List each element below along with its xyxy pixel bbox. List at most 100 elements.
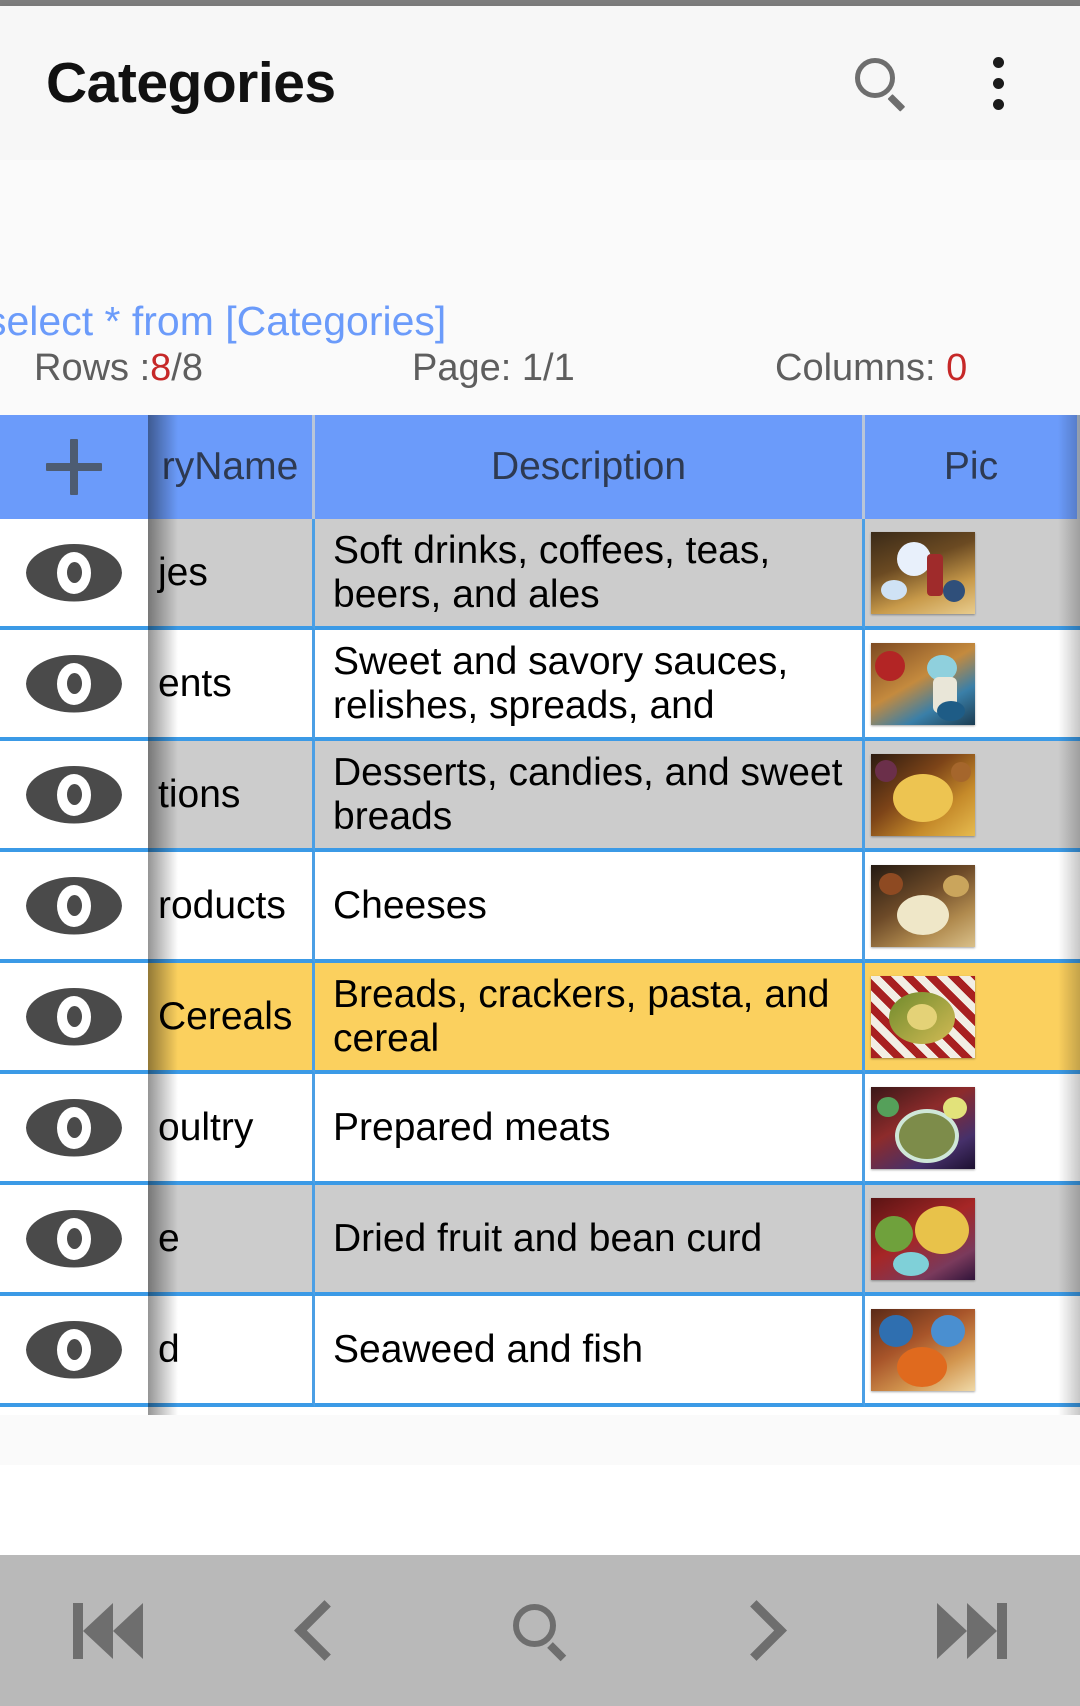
cell-picture[interactable] [865, 1185, 1080, 1296]
grid-bottom-spacer [0, 1415, 1080, 1465]
cell-description-text: Seaweed and fish [333, 1327, 644, 1371]
eye-icon [26, 1320, 122, 1379]
eye-icon [26, 765, 122, 824]
view-row-button[interactable] [0, 963, 148, 1074]
table-row[interactable]: roducts Cheeses [0, 852, 1080, 963]
cell-picture[interactable] [865, 1296, 1080, 1407]
plus-icon [46, 439, 102, 495]
table-row[interactable]: e Dried fruit and bean curd [0, 1185, 1080, 1296]
cell-picture[interactable] [865, 852, 1080, 963]
eye-icon [26, 987, 122, 1046]
cell-picture[interactable] [865, 741, 1080, 852]
page-stat: Page: 1/1 [412, 347, 575, 390]
beverages-thumbnail [871, 531, 975, 614]
columns-label: Columns: [775, 346, 947, 389]
view-row-button[interactable] [0, 519, 148, 630]
cell-description-text: Soft drinks, coffees, teas, beers, and a… [333, 528, 771, 616]
chevron-right-icon [725, 1600, 787, 1661]
cell-name[interactable]: d [148, 1296, 315, 1407]
cell-description[interactable]: Sweet and savory sauces, relishes, sprea… [315, 630, 865, 741]
meat-thumbnail [871, 1086, 975, 1169]
cell-picture[interactable] [865, 630, 1080, 741]
eye-icon [26, 654, 122, 713]
table-row[interactable]: jes Soft drinks, coffees, teas, beers, a… [0, 519, 1080, 630]
cell-name[interactable]: oultry [148, 1074, 315, 1185]
table-row[interactable]: Cereals Breads, crackers, pasta, and cer… [0, 963, 1080, 1074]
rows-stat: Rows :8/8 [34, 347, 203, 390]
rows-value: 8 [150, 346, 172, 389]
view-row-button[interactable] [0, 1185, 148, 1296]
view-row-button[interactable] [0, 741, 148, 852]
condiments-thumbnail [871, 642, 975, 725]
page-value: 1/1 [521, 346, 575, 389]
add-row-button[interactable] [0, 415, 148, 519]
grid-search-button[interactable] [465, 1556, 615, 1706]
first-page-button[interactable] [33, 1556, 183, 1706]
chevron-left-icon [293, 1600, 355, 1661]
cell-description[interactable]: Dried fruit and bean curd [315, 1185, 865, 1296]
seafood-thumbnail [871, 1308, 975, 1391]
rows-total: /8 [171, 346, 203, 389]
overflow-menu-button[interactable] [952, 37, 1044, 129]
column-header-name[interactable]: ryName [148, 415, 315, 519]
app-bar-actions [834, 37, 1044, 129]
bottom-navigation-bar [0, 1555, 1080, 1706]
next-page-button[interactable] [681, 1556, 831, 1706]
cell-description[interactable]: Prepared meats [315, 1074, 865, 1185]
eye-icon [26, 1209, 122, 1268]
cell-name[interactable]: jes [148, 519, 315, 630]
view-row-button[interactable] [0, 1296, 148, 1407]
columns-value: 0 [946, 346, 968, 389]
column-header-picture[interactable]: Pic [865, 415, 1080, 519]
previous-page-button[interactable] [249, 1556, 399, 1706]
query-info-area: select * from [Categories] Rows :8/8 Pag… [0, 160, 1080, 415]
search-button[interactable] [834, 37, 926, 129]
app-bar: Categories [0, 6, 1080, 160]
view-row-button[interactable] [0, 852, 148, 963]
cell-name[interactable]: e [148, 1185, 315, 1296]
cell-name[interactable]: roducts [148, 852, 315, 963]
cell-description-text: Dried fruit and bean curd [333, 1216, 763, 1260]
cell-name[interactable]: ents [148, 630, 315, 741]
cell-description-text: Breads, crackers, pasta, and cereal [333, 972, 830, 1060]
table-row[interactable]: d Seaweed and fish [0, 1296, 1080, 1407]
columns-stat: Columns: 0 [775, 347, 967, 390]
cell-name[interactable]: Cereals [148, 963, 315, 1074]
column-header-description[interactable]: Description [315, 415, 865, 519]
page-title: Categories [46, 51, 336, 115]
more-vertical-icon [992, 52, 1004, 115]
skip-to-last-icon [937, 1602, 1007, 1659]
cell-picture[interactable] [865, 1074, 1080, 1185]
view-row-button[interactable] [0, 1074, 148, 1185]
dairy-thumbnail [871, 864, 975, 947]
eye-icon [26, 1098, 122, 1157]
table-row[interactable]: oultry Prepared meats [0, 1074, 1080, 1185]
skip-to-first-icon [73, 1602, 143, 1659]
eye-icon [26, 543, 122, 602]
cell-description[interactable]: Seaweed and fish [315, 1296, 865, 1407]
cell-picture[interactable] [865, 963, 1080, 1074]
page-label: Page: [412, 346, 522, 389]
view-row-button[interactable] [0, 630, 148, 741]
cell-description-text: Cheeses [333, 883, 487, 927]
cell-picture[interactable] [865, 519, 1080, 630]
table-row[interactable]: ents Sweet and savory sauces, relishes, … [0, 630, 1080, 741]
cell-description[interactable]: Desserts, candies, and sweet breads [315, 741, 865, 852]
data-grid[interactable]: ryName Description Pic jes Soft drinks, … [0, 415, 1080, 1415]
cell-name[interactable]: tions [148, 741, 315, 852]
confections-thumbnail [871, 753, 975, 836]
sql-query-text[interactable]: select * from [Categories] [0, 298, 446, 345]
cell-description[interactable]: Cheeses [315, 852, 865, 963]
cell-description[interactable]: Soft drinks, coffees, teas, beers, and a… [315, 519, 865, 630]
search-icon [511, 1602, 569, 1661]
eye-icon [26, 876, 122, 935]
table-row[interactable]: tions Desserts, candies, and sweet bread… [0, 741, 1080, 852]
cell-description-text: Desserts, candies, and sweet breads [333, 750, 843, 838]
cell-description[interactable]: Breads, crackers, pasta, and cereal [315, 963, 865, 1074]
produce-thumbnail [871, 1197, 975, 1280]
cell-description-text: Sweet and savory sauces, relishes, sprea… [333, 639, 789, 727]
search-icon [853, 56, 907, 112]
grid-header-row: ryName Description Pic [0, 415, 1080, 519]
last-page-button[interactable] [897, 1556, 1047, 1706]
grains-thumbnail [871, 975, 975, 1058]
